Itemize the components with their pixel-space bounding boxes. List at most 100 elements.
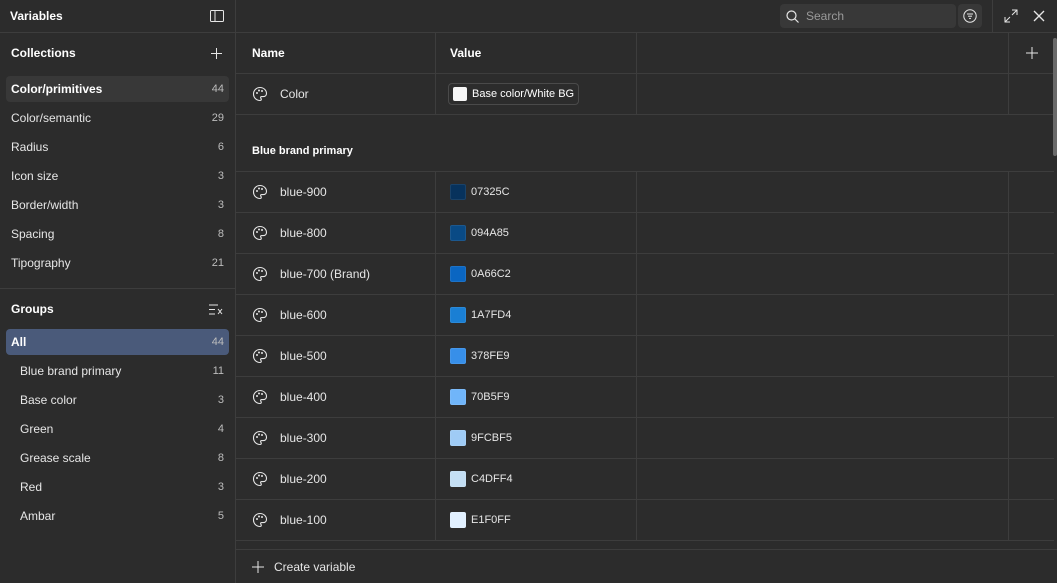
collection-count: 3 bbox=[217, 199, 224, 211]
table-row[interactable]: Color Base color/White BG bbox=[236, 74, 1054, 115]
scrollbar-thumb[interactable] bbox=[1053, 38, 1057, 156]
color-palette-icon bbox=[252, 430, 268, 446]
collection-name: Color/primitives bbox=[11, 82, 103, 96]
table-row[interactable]: blue-100 E1F0FF bbox=[236, 500, 1054, 541]
hex-value: 07325C bbox=[471, 186, 510, 198]
variable-value-cell[interactable]: 1A7FD4 bbox=[436, 295, 637, 335]
color-palette-icon bbox=[252, 512, 268, 528]
table-row[interactable]: blue-600 1A7FD4 bbox=[236, 295, 1054, 336]
group-name: Base color bbox=[20, 393, 77, 407]
table-row[interactable]: blue-200 C4DFF4 bbox=[236, 459, 1054, 500]
group-item[interactable]: Red 3 bbox=[6, 474, 229, 500]
sidebar-header: Variables bbox=[0, 0, 235, 33]
variable-value-cell[interactable]: 07325C bbox=[436, 172, 637, 212]
group-item[interactable]: Grease scale 8 bbox=[6, 445, 229, 471]
table-header: Name Value bbox=[236, 33, 1054, 74]
variable-value-cell[interactable]: 70B5F9 bbox=[436, 377, 637, 417]
color-swatch bbox=[450, 512, 466, 528]
add-collection-icon[interactable] bbox=[208, 45, 224, 61]
variable-name-cell: blue-700 (Brand) bbox=[236, 254, 436, 294]
collection-item[interactable]: Spacing 8 bbox=[6, 221, 229, 247]
hex-value: 094A85 bbox=[471, 227, 509, 239]
variable-name: blue-300 bbox=[280, 431, 327, 445]
empty-cell bbox=[637, 74, 1009, 114]
color-palette-icon bbox=[252, 266, 268, 282]
group-heading-row: Blue brand primary bbox=[236, 115, 1054, 172]
group-name: Green bbox=[20, 422, 54, 436]
close-icon[interactable] bbox=[1031, 8, 1047, 24]
color-swatch bbox=[453, 87, 467, 101]
row-end-cell bbox=[1009, 377, 1054, 417]
collection-item[interactable]: Tipography 21 bbox=[6, 250, 229, 276]
groups-list: All 44 Blue brand primary 11 Base color 3 G… bbox=[0, 329, 235, 529]
row-end-cell bbox=[1009, 295, 1054, 335]
color-palette-icon bbox=[252, 389, 268, 405]
collection-item[interactable]: Color/semantic 29 bbox=[6, 105, 229, 131]
variable-name-cell: blue-900 bbox=[236, 172, 436, 212]
variable-name: blue-500 bbox=[280, 349, 327, 363]
group-count: 8 bbox=[217, 452, 224, 464]
table-row[interactable]: blue-500 378FE9 bbox=[236, 336, 1054, 377]
color-swatch bbox=[450, 266, 466, 282]
variable-value-cell[interactable]: 9FCBF5 bbox=[436, 418, 637, 458]
collection-name: Color/semantic bbox=[11, 111, 92, 125]
variable-name-cell: blue-600 bbox=[236, 295, 436, 335]
table-row[interactable]: blue-900 07325C bbox=[236, 172, 1054, 213]
collapse-groups-icon[interactable] bbox=[208, 301, 224, 317]
variables-table: Name Value Color Base color/White BG Blu… bbox=[236, 33, 1054, 541]
search-input[interactable] bbox=[804, 8, 948, 24]
variable-value-cell[interactable]: E1F0FF bbox=[436, 500, 637, 540]
collection-item[interactable]: Color/primitives 44 bbox=[6, 76, 229, 102]
create-variable-button[interactable]: Create variable bbox=[236, 549, 1057, 583]
variable-value-cell[interactable]: 094A85 bbox=[436, 213, 637, 253]
color-swatch bbox=[450, 348, 466, 364]
top-toolbar bbox=[236, 0, 1057, 33]
alias-chip[interactable]: Base color/White BG bbox=[448, 83, 580, 105]
empty-cell bbox=[637, 418, 1009, 458]
hex-value: E1F0FF bbox=[471, 514, 511, 526]
group-item[interactable]: Base color 3 bbox=[6, 387, 229, 413]
variables-main: Name Value Color Base color/White BG B bbox=[236, 0, 1057, 583]
group-item[interactable]: All 44 bbox=[6, 329, 229, 355]
variable-name-cell: blue-400 bbox=[236, 377, 436, 417]
empty-cell bbox=[637, 213, 1009, 253]
table-row[interactable]: blue-400 70B5F9 bbox=[236, 377, 1054, 418]
variable-value-cell[interactable]: 0A66C2 bbox=[436, 254, 637, 294]
search-box[interactable] bbox=[780, 4, 956, 28]
hex-value: 0A66C2 bbox=[471, 268, 511, 280]
filter-icon bbox=[963, 9, 977, 23]
collection-name: Tipography bbox=[11, 256, 71, 270]
color-swatch bbox=[450, 307, 466, 323]
group-name: Grease scale bbox=[20, 451, 91, 465]
group-count: 44 bbox=[211, 336, 224, 348]
create-variable-label: Create variable bbox=[274, 559, 356, 574]
group-item[interactable]: Green 4 bbox=[6, 416, 229, 442]
table-row[interactable]: blue-800 094A85 bbox=[236, 213, 1054, 254]
row-end-cell bbox=[1009, 336, 1054, 376]
collection-item[interactable]: Icon size 3 bbox=[6, 163, 229, 189]
filter-button[interactable] bbox=[958, 4, 982, 28]
variable-name: Color bbox=[280, 87, 309, 101]
add-mode-button[interactable] bbox=[1009, 33, 1054, 73]
table-row[interactable]: blue-300 9FCBF5 bbox=[236, 418, 1054, 459]
expand-icon[interactable] bbox=[1003, 8, 1019, 24]
row-end-cell bbox=[1009, 500, 1054, 540]
group-item[interactable]: Ambar 5 bbox=[6, 503, 229, 529]
toggle-sidebar-icon[interactable] bbox=[209, 8, 225, 24]
table-row[interactable]: blue-700 (Brand) 0A66C2 bbox=[236, 254, 1054, 295]
variable-name: blue-200 bbox=[280, 472, 327, 486]
variables-sidebar: Variables Collections Color/primitives 44… bbox=[0, 0, 236, 583]
hex-value: 70B5F9 bbox=[471, 391, 510, 403]
variable-value-cell[interactable]: Base color/White BG bbox=[436, 74, 637, 114]
collection-item[interactable]: Radius 6 bbox=[6, 134, 229, 160]
variable-value-cell[interactable]: C4DFF4 bbox=[436, 459, 637, 499]
variable-value-cell[interactable]: 378FE9 bbox=[436, 336, 637, 376]
scrollbar[interactable] bbox=[1053, 38, 1057, 543]
plus-icon bbox=[252, 560, 264, 573]
empty-cell bbox=[637, 172, 1009, 212]
empty-cell bbox=[637, 377, 1009, 417]
collection-item[interactable]: Border/width 3 bbox=[6, 192, 229, 218]
variable-rows: blue-900 07325C blue-800 094A85 blue-700 (Br… bbox=[236, 172, 1054, 541]
group-item[interactable]: Blue brand primary 11 bbox=[6, 358, 229, 384]
variable-name-cell: blue-300 bbox=[236, 418, 436, 458]
